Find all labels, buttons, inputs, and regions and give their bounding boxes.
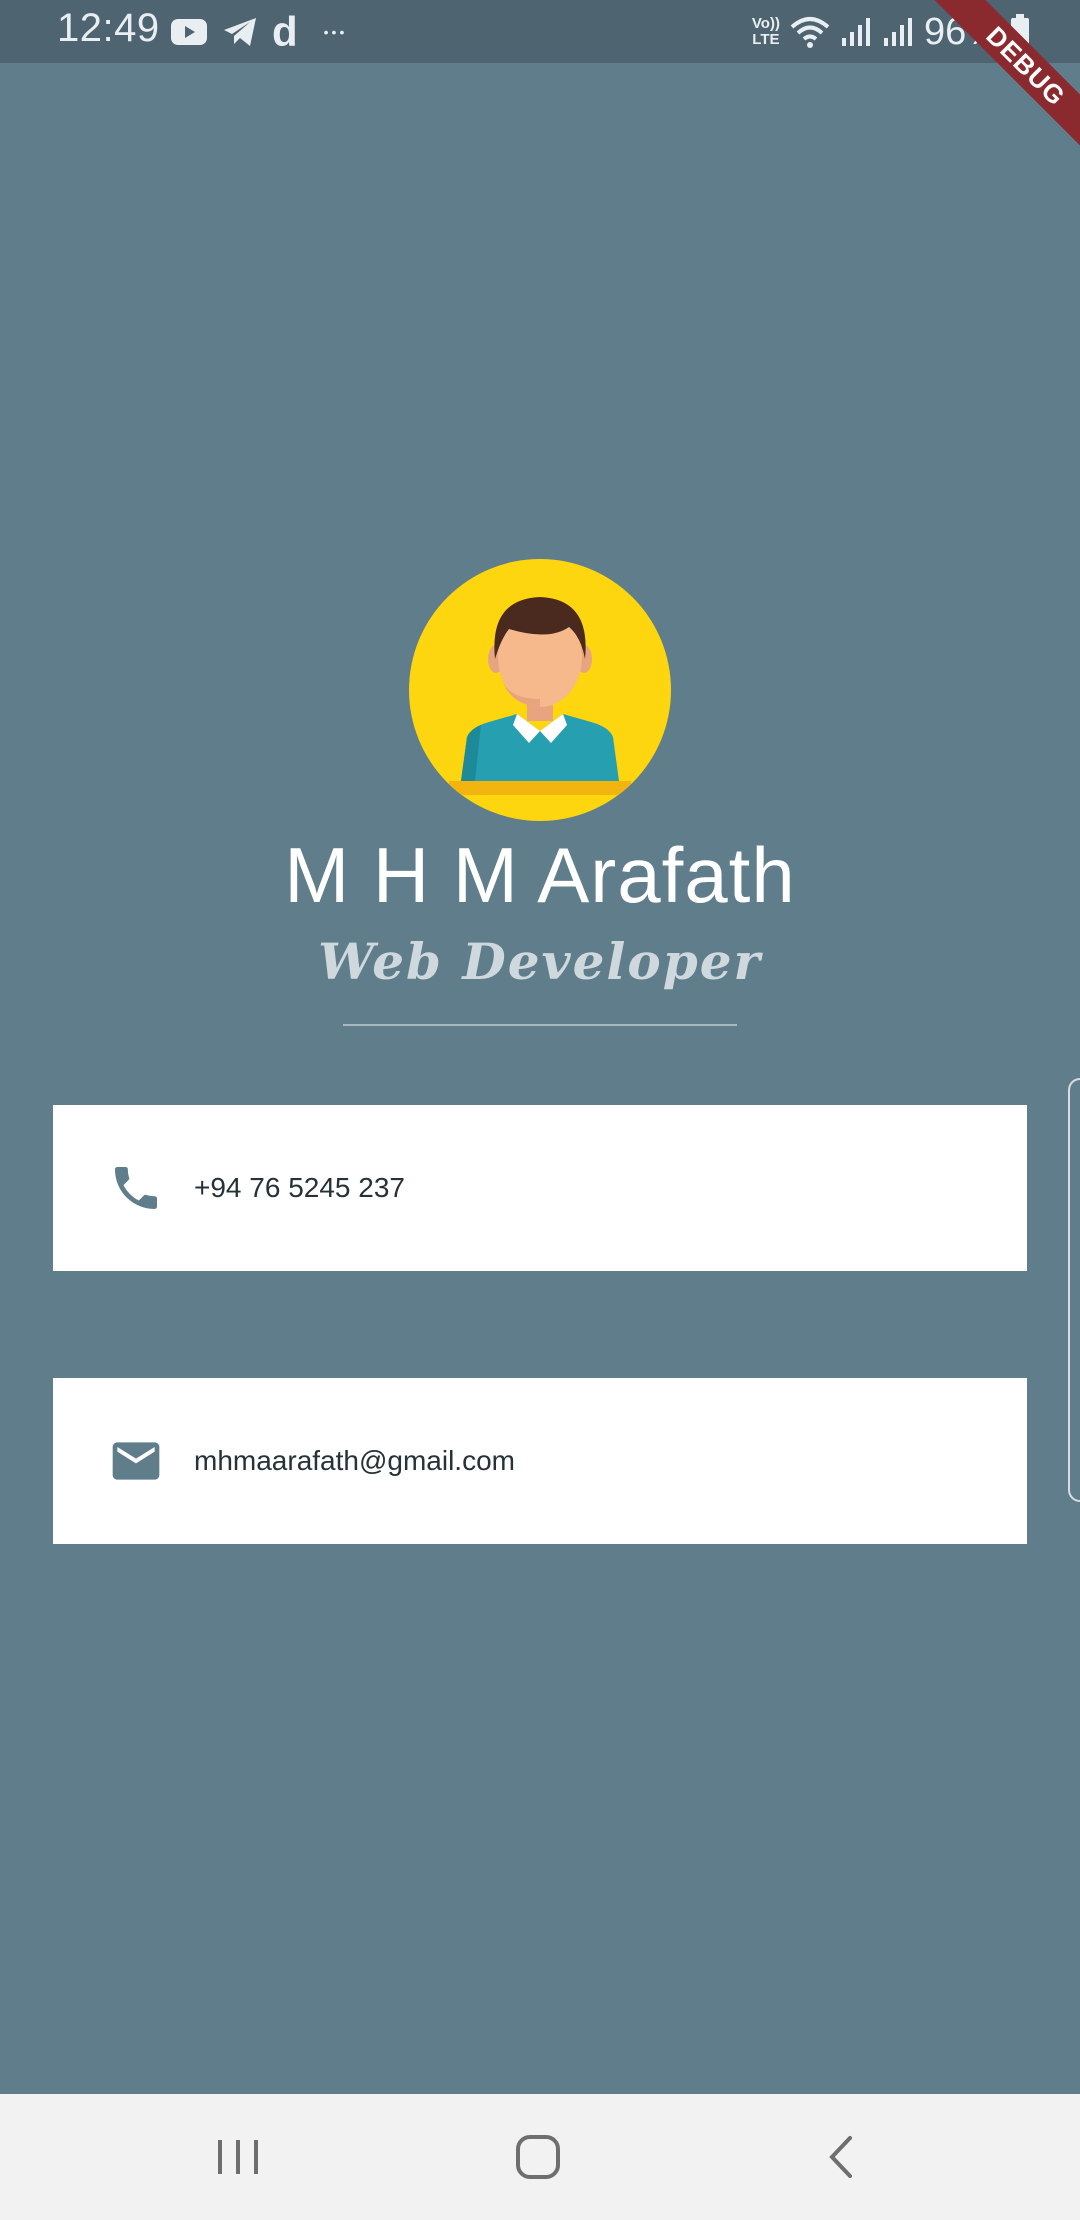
home-icon <box>516 2135 560 2179</box>
avatar-illustration <box>449 597 631 795</box>
phone-number: +94 76 5245 237 <box>194 1172 405 1203</box>
more-dots-icon: ••• <box>323 24 348 40</box>
profile-title: Web Developer <box>318 932 762 991</box>
navigation-bar <box>0 2094 1080 2220</box>
email-address: mhmaarafath@gmail.com <box>194 1445 515 1476</box>
edge-panel-handle[interactable] <box>1068 1078 1080 1502</box>
status-time: 12:49 <box>57 6 160 50</box>
divider <box>343 1024 737 1026</box>
profile-name: M H M Arafath <box>284 831 796 919</box>
battery-icon <box>1010 14 1030 50</box>
home-button[interactable] <box>508 2132 568 2182</box>
phone-card[interactable]: +94 76 5245 237 <box>53 1105 1027 1271</box>
phone-icon <box>108 1160 164 1216</box>
battery-percent: 96% <box>923 10 1000 53</box>
recents-icon <box>218 2140 258 2174</box>
signal-icon-sim2 <box>882 16 914 48</box>
status-notification-icons: d ••• <box>170 10 347 54</box>
status-system-icons: Vo)) LTE 96% <box>752 8 1030 56</box>
signal-icon-sim1 <box>840 16 872 48</box>
status-bar: 12:49 d ••• Vo)) LTE 96% <box>0 0 1080 63</box>
telegram-icon <box>222 16 258 48</box>
back-button[interactable] <box>812 2132 872 2182</box>
avatar <box>409 559 671 821</box>
email-icon <box>108 1433 164 1489</box>
d-app-icon: d <box>272 8 298 55</box>
back-icon <box>829 2136 852 2178</box>
volte-icon: Vo)) LTE <box>751 15 780 48</box>
youtube-icon <box>170 18 208 46</box>
recents-button[interactable] <box>208 2132 268 2182</box>
email-card[interactable]: mhmaarafath@gmail.com <box>53 1378 1027 1544</box>
wifi-icon <box>790 15 830 49</box>
